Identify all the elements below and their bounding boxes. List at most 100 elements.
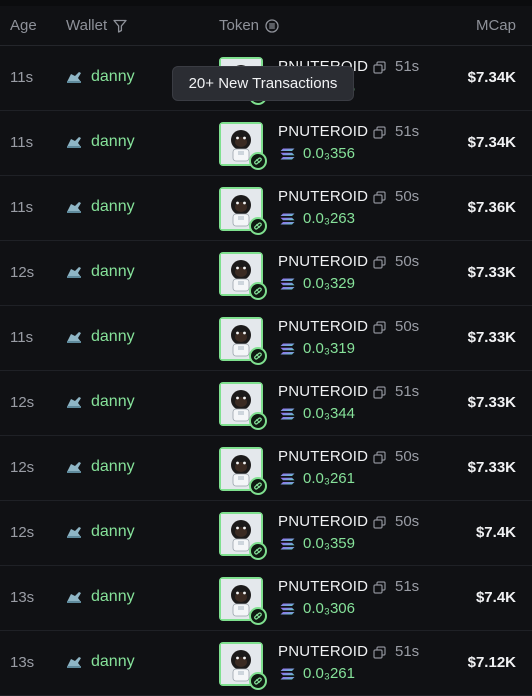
copy-icon[interactable] (373, 581, 386, 594)
wallet-cell[interactable]: danny (66, 328, 135, 346)
price-row: 0.0₃329 (280, 275, 355, 292)
solana-icon (280, 603, 295, 614)
token-name[interactable]: PNUTEROID (278, 513, 368, 530)
market-cap: $7.12K (467, 654, 516, 671)
wallet-name[interactable]: danny (91, 458, 135, 476)
wallet-cell[interactable]: danny (66, 458, 135, 476)
copy-icon[interactable] (373, 321, 386, 334)
token-name[interactable]: PNUTEROID (278, 188, 368, 205)
wallet-name[interactable]: danny (91, 523, 135, 541)
pill-badge-icon (249, 152, 267, 170)
copy-icon[interactable] (373, 61, 386, 74)
wallet-cell[interactable]: danny (66, 198, 135, 216)
table-row[interactable]: 11s danny (0, 306, 532, 371)
token-name[interactable]: PNUTEROID (278, 448, 368, 465)
pill-badge-icon (249, 412, 267, 430)
table-row[interactable]: 12s danny (0, 371, 532, 436)
table-row[interactable]: 11s danny (0, 176, 532, 241)
copy-icon[interactable] (373, 451, 386, 464)
age-cell: 11s (10, 69, 34, 86)
wallet-name[interactable]: danny (91, 393, 135, 411)
column-header-mcap[interactable]: MCap (476, 17, 516, 34)
token-avatar[interactable] (219, 512, 267, 560)
copy-icon[interactable] (373, 191, 386, 204)
token-age: 51s (395, 58, 420, 75)
token-price: 0.0₃344 (303, 405, 355, 422)
token-avatar[interactable] (219, 382, 267, 430)
token-avatar[interactable] (219, 642, 267, 690)
table-row[interactable]: 12s danny (0, 241, 532, 306)
wallet-name[interactable]: danny (91, 198, 135, 216)
whale-icon (67, 137, 81, 148)
token-age: 50s (395, 188, 420, 205)
wallet-cell[interactable]: danny (66, 263, 135, 281)
pill-badge-icon (249, 477, 267, 495)
market-cap: $7.33K (467, 264, 516, 281)
filter-icon[interactable] (113, 19, 127, 33)
new-transactions-tooltip[interactable]: 20+ New Transactions (172, 66, 354, 101)
token-price: 0.0₃261 (303, 665, 355, 682)
table-row[interactable]: 12s danny (0, 501, 532, 566)
wallet-cell[interactable]: danny (66, 68, 135, 86)
wallet-cell[interactable]: danny (66, 588, 135, 606)
price-row: 0.0₃261 (280, 470, 355, 487)
price-row: 0.0₃356 (280, 145, 355, 162)
table-row[interactable]: 12s danny (0, 436, 532, 501)
price-row: 0.0₃261 (280, 665, 355, 682)
wallet-name[interactable]: danny (91, 328, 135, 346)
copy-icon[interactable] (373, 126, 386, 139)
wallet-name[interactable]: danny (91, 263, 135, 281)
token-name[interactable]: PNUTEROID (278, 318, 368, 335)
age-cell: 13s (10, 654, 35, 671)
table-header: Age Wallet Token MCap (0, 6, 532, 46)
copy-icon[interactable] (373, 516, 386, 529)
age-cell: 13s (10, 589, 35, 606)
column-header-wallet[interactable]: Wallet (66, 17, 127, 34)
token-avatar[interactable] (219, 317, 267, 365)
token-avatar[interactable] (219, 187, 267, 235)
wallet-name[interactable]: danny (91, 68, 135, 86)
table-row[interactable]: 13s danny (0, 566, 532, 631)
token-name[interactable]: PNUTEROID (278, 643, 368, 660)
column-header-age[interactable]: Age (10, 17, 37, 34)
wallet-name[interactable]: danny (91, 133, 135, 151)
table-row[interactable]: 11s danny (0, 111, 532, 176)
copy-icon[interactable] (373, 386, 386, 399)
whale-icon (67, 592, 81, 603)
pill-badge-icon (249, 672, 267, 690)
copy-icon[interactable] (373, 256, 386, 269)
pill-badge-icon (249, 217, 267, 235)
whale-icon (67, 527, 81, 538)
wallet-cell[interactable]: danny (66, 133, 135, 151)
token-avatar[interactable] (219, 252, 267, 300)
age-cell: 12s (10, 459, 35, 476)
whale-icon (67, 397, 81, 408)
token-avatar[interactable] (219, 122, 267, 170)
column-header-token[interactable]: Token (219, 17, 279, 34)
wallet-name[interactable]: danny (91, 588, 135, 606)
token-name[interactable]: PNUTEROID (278, 383, 368, 400)
wallet-cell[interactable]: danny (66, 653, 135, 671)
token-price: 0.0₃356 (303, 145, 355, 162)
token-price: 0.0₃319 (303, 340, 355, 357)
token-age: 51s (395, 578, 420, 595)
table-row[interactable]: 13s danny (0, 631, 532, 696)
solana-icon (280, 278, 295, 289)
token-name[interactable]: PNUTEROID (278, 578, 368, 595)
wallet-name[interactable]: danny (91, 653, 135, 671)
token-name[interactable]: PNUTEROID (278, 123, 368, 140)
market-cap: $7.36K (467, 199, 516, 216)
copy-icon[interactable] (373, 646, 386, 659)
settings-list-icon[interactable] (265, 18, 279, 33)
age-cell: 11s (10, 134, 34, 151)
wallet-cell[interactable]: danny (66, 523, 135, 541)
token-avatar[interactable] (219, 447, 267, 495)
price-row: 0.0₃359 (280, 535, 355, 552)
price-row: 0.0₃344 (280, 405, 355, 422)
wallet-cell[interactable]: danny (66, 393, 135, 411)
token-name[interactable]: PNUTEROID (278, 253, 368, 270)
token-avatar[interactable] (219, 577, 267, 625)
age-cell: 11s (10, 329, 34, 346)
age-cell: 12s (10, 264, 35, 281)
token-age: 51s (395, 383, 420, 400)
